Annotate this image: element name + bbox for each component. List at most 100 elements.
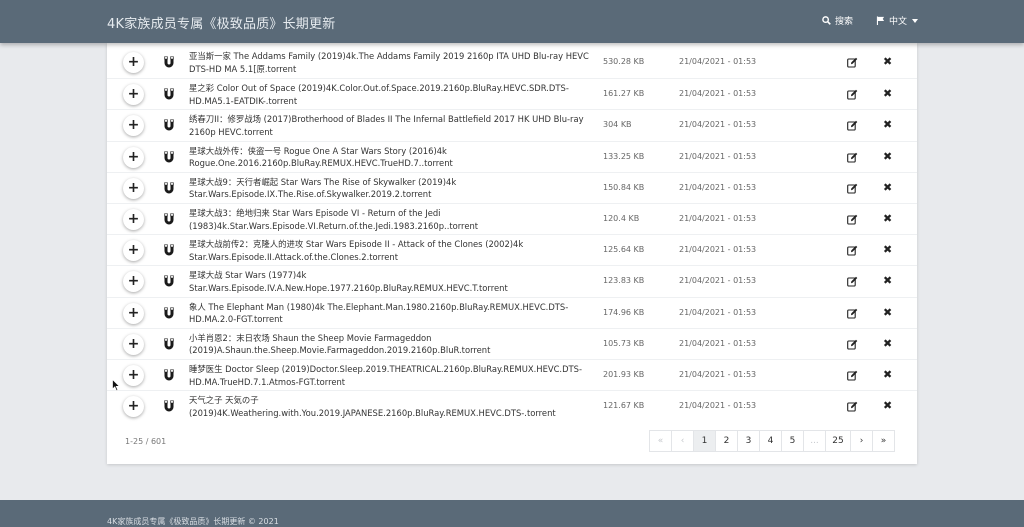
edit-icon[interactable]	[847, 245, 858, 256]
add-button[interactable]: +	[123, 84, 144, 106]
magnet-icon[interactable]	[163, 369, 175, 382]
add-button[interactable]: +	[123, 333, 144, 355]
page-button-3[interactable]: 3	[737, 430, 760, 452]
table-row: + 星之彩 Color Out of Space (2019)4K.Color.O…	[107, 78, 917, 109]
search-label: 搜索	[835, 17, 854, 27]
page-button-4[interactable]: 4	[759, 430, 782, 452]
delete-button[interactable]: ✖	[883, 368, 892, 381]
search-icon	[822, 16, 831, 25]
delete-button[interactable]: ✖	[883, 306, 892, 319]
file-name[interactable]: 亚当斯一家 The Addams Family (2019)4k.The Add…	[189, 50, 589, 75]
file-size: 174.96 KB	[603, 307, 645, 317]
first-page-button[interactable]: «	[649, 430, 672, 452]
page-button-5[interactable]: 5	[781, 430, 804, 452]
file-date: 21/04/2021 - 01:53	[679, 370, 757, 379]
file-name[interactable]: 星球大战 Star Wars (1977)4k Star.Wars.Episod…	[189, 269, 589, 294]
magnet-icon[interactable]	[163, 307, 175, 320]
last-page-button[interactable]: »	[872, 430, 895, 452]
edit-icon[interactable]	[847, 120, 858, 131]
page-ellipsis: ...	[803, 430, 826, 452]
file-date: 21/04/2021 - 01:53	[679, 120, 757, 130]
file-name[interactable]: 小羊肖恩2：末日农场 Shaun the Sheep Movie Farmage…	[189, 332, 589, 357]
edit-icon[interactable]	[847, 308, 858, 319]
delete-button[interactable]: ✖	[883, 212, 892, 225]
magnet-icon[interactable]	[163, 275, 175, 288]
file-name[interactable]: 星球大战前传2：克隆人的进攻 Star Wars Episode II - At…	[189, 238, 589, 263]
language-label: 中文	[889, 17, 908, 27]
delete-button[interactable]: ✖	[883, 274, 892, 287]
table-row: + 睡梦医生 Doctor Sleep (2019)Doctor.Sleep.20…	[107, 359, 917, 390]
delete-button[interactable]: ✖	[883, 118, 892, 131]
edit-icon[interactable]	[847, 276, 858, 287]
magnet-icon[interactable]	[163, 213, 175, 226]
page-button-2[interactable]: 2	[715, 430, 738, 452]
delete-button[interactable]: ✖	[883, 55, 892, 68]
magnet-icon[interactable]	[163, 338, 175, 351]
search-link[interactable]: 搜索	[822, 14, 853, 27]
magnet-icon[interactable]	[163, 88, 175, 101]
magnet-icon[interactable]	[163, 56, 175, 69]
add-button[interactable]: +	[123, 177, 144, 199]
delete-button[interactable]: ✖	[883, 150, 892, 163]
edit-icon[interactable]	[847, 183, 858, 194]
add-button[interactable]: +	[123, 396, 144, 418]
file-size: 120.4 KB	[603, 214, 640, 223]
edit-icon[interactable]	[847, 401, 858, 412]
table-row: + 绣春刀II：修罗战场 (2017)Brotherhood of Blades …	[107, 109, 917, 140]
table-row: + 亚当斯一家 The Addams Family (2019)4k.The Ad…	[107, 47, 917, 78]
delete-button[interactable]: ✖	[883, 337, 892, 350]
language-dropdown[interactable]: 中文	[876, 14, 919, 27]
add-button[interactable]: +	[123, 115, 144, 137]
add-button[interactable]: +	[123, 240, 144, 262]
magnet-icon[interactable]	[163, 244, 175, 257]
navbar: 4K家族成员专属《极致品质》长期更新 搜索 中文	[0, 0, 1024, 43]
file-size: 530.28 KB	[603, 57, 645, 66]
edit-icon[interactable]	[847, 57, 858, 68]
add-button[interactable]: +	[123, 209, 144, 230]
file-size: 121.67 KB	[603, 401, 645, 411]
edit-icon[interactable]	[847, 152, 858, 163]
edit-icon[interactable]	[847, 370, 858, 381]
add-button[interactable]: +	[123, 146, 144, 168]
page-button-1[interactable]: 1	[693, 430, 716, 452]
caret-down-icon	[912, 18, 919, 23]
file-name[interactable]: 睡梦医生 Doctor Sleep (2019)Doctor.Sleep.201…	[189, 363, 589, 388]
file-name[interactable]: 星球大战外传：侠盗一号 Rogue One A Star Wars Story …	[189, 145, 589, 170]
prev-page-button[interactable]: ‹	[671, 430, 694, 452]
file-size: 304 KB	[603, 120, 632, 130]
delete-button[interactable]: ✖	[883, 243, 892, 256]
file-date: 21/04/2021 - 01:53	[679, 307, 757, 317]
file-name[interactable]: 天气之子 天気の子 (2019)4K.Weathering.with.You.2…	[189, 394, 589, 419]
flag-icon	[876, 16, 885, 25]
file-name[interactable]: 星球大战9：天行者崛起 Star Wars The Rise of Skywal…	[189, 176, 589, 201]
table-row: + 星球大战 Star Wars (1977)4k Star.Wars.Episo…	[107, 265, 917, 296]
file-size: 161.27 KB	[603, 89, 645, 99]
table-row: + 星球大战3：绝地归来 Star Wars Episode VI - Retur…	[107, 203, 917, 234]
add-button[interactable]: +	[123, 271, 144, 293]
edit-icon[interactable]	[847, 214, 858, 225]
page-button-25[interactable]: 25	[825, 430, 851, 452]
next-page-button[interactable]: ›	[850, 430, 873, 452]
file-name[interactable]: 象人 The Elephant Man (1980)4k The.Elephan…	[189, 301, 589, 326]
magnet-icon[interactable]	[163, 151, 175, 164]
delete-button[interactable]: ✖	[883, 87, 892, 100]
table-row: + 星球大战9：天行者崛起 Star Wars The Rise of Skywa…	[107, 171, 917, 203]
magnet-icon[interactable]	[163, 182, 175, 195]
file-name[interactable]: 星球大战3：绝地归来 Star Wars Episode VI - Return…	[189, 207, 589, 232]
file-date: 21/04/2021 - 01:53	[679, 182, 757, 192]
delete-button[interactable]: ✖	[883, 399, 892, 412]
add-button[interactable]: +	[123, 365, 144, 386]
edit-icon[interactable]	[847, 89, 858, 100]
file-name[interactable]: 绣春刀II：修罗战场 (2017)Brotherhood of Blades I…	[189, 113, 589, 138]
magnet-icon[interactable]	[163, 400, 175, 413]
torrent-list-panel: + 亚当斯一家 The Addams Family (2019)4k.The Ad…	[107, 43, 917, 464]
add-button[interactable]: +	[123, 52, 144, 73]
magnet-icon[interactable]	[163, 119, 175, 132]
delete-button[interactable]: ✖	[883, 181, 892, 194]
file-size: 201.93 KB	[603, 370, 645, 379]
add-button[interactable]: +	[123, 302, 144, 324]
file-name[interactable]: 星之彩 Color Out of Space (2019)4K.Color.Ou…	[189, 82, 589, 107]
table-row: + 小羊肖恩2：末日农场 Shaun the Sheep Movie Farmag…	[107, 327, 917, 359]
site-title[interactable]: 4K家族成员专属《极致品质》长期更新	[107, 13, 335, 32]
edit-icon[interactable]	[847, 339, 858, 350]
